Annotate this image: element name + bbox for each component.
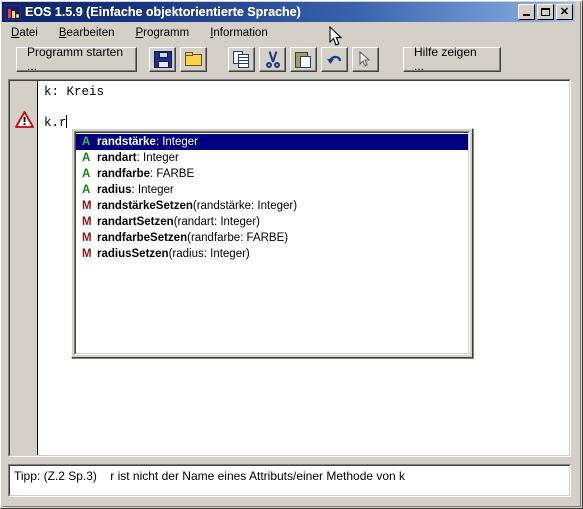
menu-label-programm: rogramm [143, 27, 190, 39]
menu-label-bearbeiten: earbeiten [66, 27, 115, 39]
autocomplete-item-name: radiusSetzen [97, 248, 169, 260]
close-button[interactable]: ✕ [556, 4, 573, 20]
method-marker-icon: M [82, 232, 92, 244]
menu-label-information: nformation [213, 27, 268, 39]
open-button[interactable] [180, 46, 207, 72]
undo-button[interactable] [321, 46, 348, 72]
code-line-3-text: k.r [44, 116, 67, 130]
save-button[interactable] [149, 46, 176, 72]
autocomplete-item-signature: : Integer [155, 136, 199, 148]
editor-gutter [10, 81, 38, 455]
autocomplete-popup[interactable]: Arandstärke: Integer Arandart: Integer Ara… [71, 128, 473, 358]
autocomplete-item[interactable]: Arandart: Integer [76, 150, 468, 166]
minimize-button[interactable] [518, 4, 535, 20]
paste-icon [294, 51, 313, 68]
menu-item-bearbeiten[interactable]: Bearbeiten [51, 25, 123, 41]
autocomplete-item[interactable]: Aradius: Integer [76, 182, 468, 198]
menu-item-information[interactable]: Information [202, 25, 276, 41]
attribute-marker-icon: A [82, 184, 91, 196]
maximize-button[interactable] [537, 4, 554, 20]
cut-scissors-icon [264, 50, 282, 68]
attribute-marker-icon: A [82, 152, 91, 164]
method-marker-icon: M [82, 248, 92, 260]
autocomplete-item[interactable]: MrandstärkeSetzen (randstärke: Integer) [76, 198, 468, 214]
menu-item-datei[interactable]: Datei [3, 25, 46, 41]
code-editor-inner: k: Kreis k.r Arandstärke: Integer Arandar… [9, 80, 570, 456]
attribute-marker-icon: A [82, 136, 91, 148]
autocomplete-item-name: randartSetzen [97, 216, 174, 228]
autocomplete-item-name: randstärke [97, 136, 156, 148]
autocomplete-item[interactable]: Arandstärke: Integer [76, 134, 468, 150]
show-help-button[interactable]: Hilfe zeigen ... [403, 45, 501, 73]
open-folder-icon [184, 51, 203, 68]
eos-bars-icon [5, 4, 21, 20]
autocomplete-item-signature: : Integer [136, 152, 179, 164]
menu-item-programm[interactable]: Programm [128, 25, 198, 41]
autocomplete-list-inner: Arandstärke: Integer Arandart: Integer Ara… [75, 132, 469, 354]
autocomplete-item-name: randstärkeSetzen [97, 200, 193, 212]
autocomplete-item-signature: (randfarbe: FARBE) [187, 232, 289, 244]
toolbar: Programm starten ... Hilfe zeigen ... [4, 45, 574, 73]
autocomplete-item-signature: (randstärke: Integer) [192, 200, 298, 212]
window-controls: ✕ [518, 4, 573, 20]
paste-button[interactable] [290, 46, 317, 72]
cut-button[interactable] [259, 46, 286, 72]
method-marker-icon: M [82, 216, 92, 228]
pointer-select-icon [357, 50, 375, 68]
method-marker-icon: M [82, 200, 92, 212]
window-title: EOS 1.5.9 (Einfache objektorientierte Sp… [25, 5, 301, 19]
select-pointer-button[interactable] [352, 46, 379, 72]
autocomplete-item-name: randfarbe [97, 168, 151, 180]
autocomplete-item[interactable]: Arandfarbe: FARBE [76, 166, 468, 182]
copy-button[interactable] [228, 46, 255, 72]
code-editor[interactable]: k: Kreis k.r Arandstärke: Integer Arandar… [8, 79, 571, 457]
status-bar: Tipp: (Z.2 Sp.3) r ist nicht der Name ei… [8, 464, 571, 497]
code-line-1: k: Kreis [44, 85, 105, 99]
autocomplete-item-signature: (radius: Integer) [168, 248, 250, 260]
autocomplete-item-name: randart [97, 152, 137, 164]
autocomplete-item-signature: : FARBE [150, 168, 195, 180]
autocomplete-item-signature: : Integer [131, 184, 174, 196]
autocomplete-item-name: radius [97, 184, 132, 196]
undo-arrow-icon [326, 51, 344, 68]
autocomplete-item[interactable]: MradiusSetzen (radius: Integer) [76, 246, 468, 262]
title-bar[interactable]: EOS 1.5.9 (Einfache objektorientierte Sp… [2, 2, 575, 22]
autocomplete-item[interactable]: MrandartSetzen (randart: Integer) [76, 214, 468, 230]
warning-triangle-icon [15, 111, 34, 128]
copy-icon [232, 50, 251, 68]
save-icon [153, 50, 172, 68]
menu-bar: Datei Bearbeiten Programm Information [3, 24, 574, 42]
start-program-button[interactable]: Programm starten ... [16, 45, 137, 73]
autocomplete-item[interactable]: MrandfarbeSetzen (randfarbe: FARBE) [76, 230, 468, 246]
autocomplete-item-signature: (randart: Integer) [173, 216, 260, 228]
autocomplete-item-name: randfarbeSetzen [97, 232, 188, 244]
autocomplete-list[interactable]: Arandstärke: Integer Arandart: Integer Ara… [74, 131, 470, 355]
status-bar-text: Tipp: (Z.2 Sp.3) r ist nicht der Name ei… [9, 465, 570, 496]
attribute-marker-icon: A [82, 168, 91, 180]
text-caret [65, 115, 67, 128]
menu-label-datei: atei [19, 27, 38, 39]
close-icon: ✕ [559, 6, 570, 18]
application-window: EOS 1.5.9 (Einfache objektorientierte Sp… [0, 0, 583, 509]
